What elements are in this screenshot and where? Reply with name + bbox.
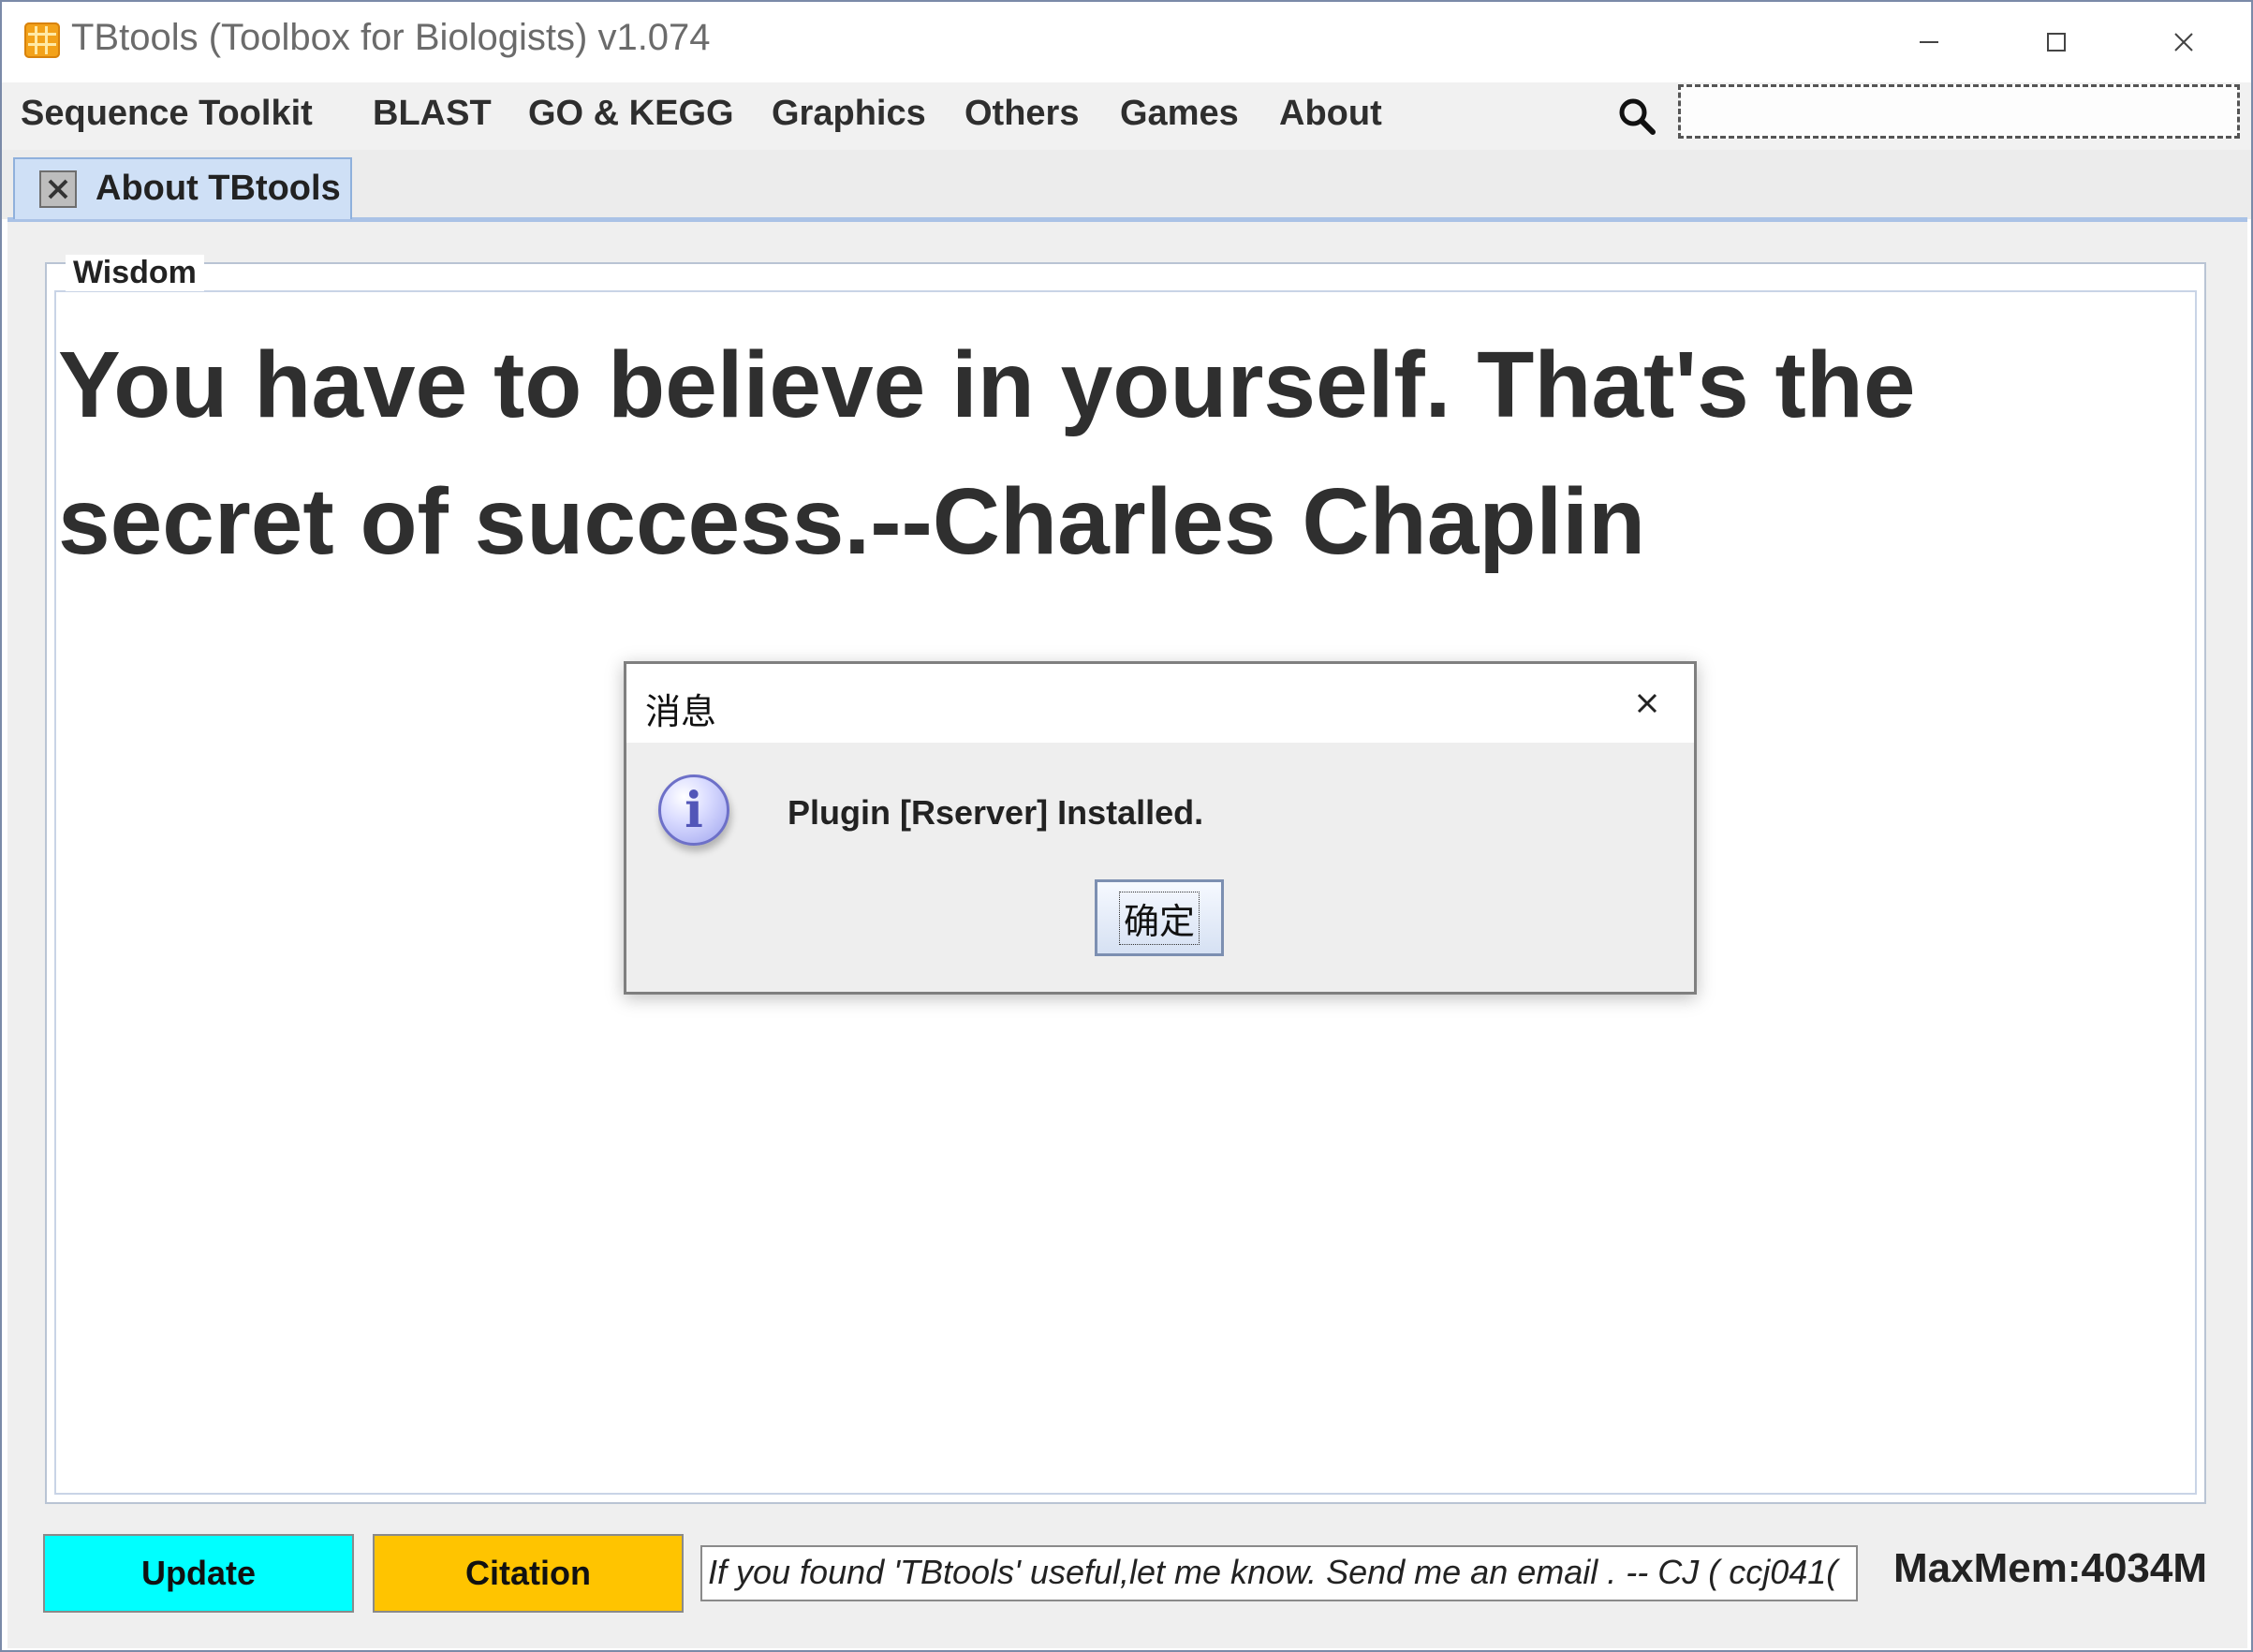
app-window: TBtools (Toolbox for Biologists) v1.074 … xyxy=(0,0,2253,1652)
tbtools-app-icon xyxy=(24,22,60,58)
dialog-close-button[interactable] xyxy=(1625,681,1670,726)
title-bar: TBtools (Toolbox for Biologists) v1.074 xyxy=(2,2,2251,82)
minimize-icon xyxy=(1920,41,1938,43)
message-dialog: 消息 i Plugin [Rserver] Installed. 确定 xyxy=(624,661,1697,995)
menu-graphics[interactable]: Graphics xyxy=(772,94,926,134)
dialog-title-bar: 消息 xyxy=(626,664,1694,743)
close-icon xyxy=(2174,33,2193,52)
menu-go-kegg[interactable]: GO & KEGG xyxy=(528,94,734,134)
citation-button[interactable]: Citation xyxy=(373,1534,684,1613)
update-button[interactable]: Update xyxy=(43,1534,354,1613)
minimize-button[interactable] xyxy=(1865,2,1993,82)
wisdom-legend: Wisdom xyxy=(66,255,204,291)
tab-label: About TBtools xyxy=(96,169,341,208)
window-title: TBtools (Toolbox for Biologists) v1.074 xyxy=(71,17,711,58)
dialog-title: 消息 xyxy=(645,693,717,732)
search-icon[interactable] xyxy=(1616,96,1657,141)
search-input[interactable] xyxy=(1678,84,2240,139)
maximize-button[interactable] xyxy=(1993,2,2120,82)
menu-games[interactable]: Games xyxy=(1120,94,1239,134)
menu-sequence-toolkit[interactable]: Sequence Toolkit xyxy=(21,94,313,134)
ok-button-label: 确定 xyxy=(1118,891,1200,945)
maxmem-label: MaxMem:4034M xyxy=(1893,1545,2208,1591)
wisdom-quote: You have to believe in yourself. That's … xyxy=(58,332,1916,574)
menu-blast[interactable]: BLAST xyxy=(373,94,492,134)
menu-about[interactable]: About xyxy=(1279,94,1382,134)
message-field[interactable]: If you found 'TBtools' useful,let me kno… xyxy=(700,1545,1858,1601)
menu-others[interactable]: Others xyxy=(965,94,1079,134)
info-icon: i xyxy=(658,774,729,846)
close-icon xyxy=(1637,693,1657,714)
maximize-icon xyxy=(2047,33,2066,52)
ok-button[interactable]: 确定 xyxy=(1095,879,1224,956)
close-icon xyxy=(48,179,68,199)
tab-close-button[interactable] xyxy=(39,170,77,208)
dialog-message: Plugin [Rserver] Installed. xyxy=(788,793,1204,832)
tab-about-tbtools[interactable]: About TBtools xyxy=(13,157,352,219)
close-window-button[interactable] xyxy=(2120,2,2247,82)
